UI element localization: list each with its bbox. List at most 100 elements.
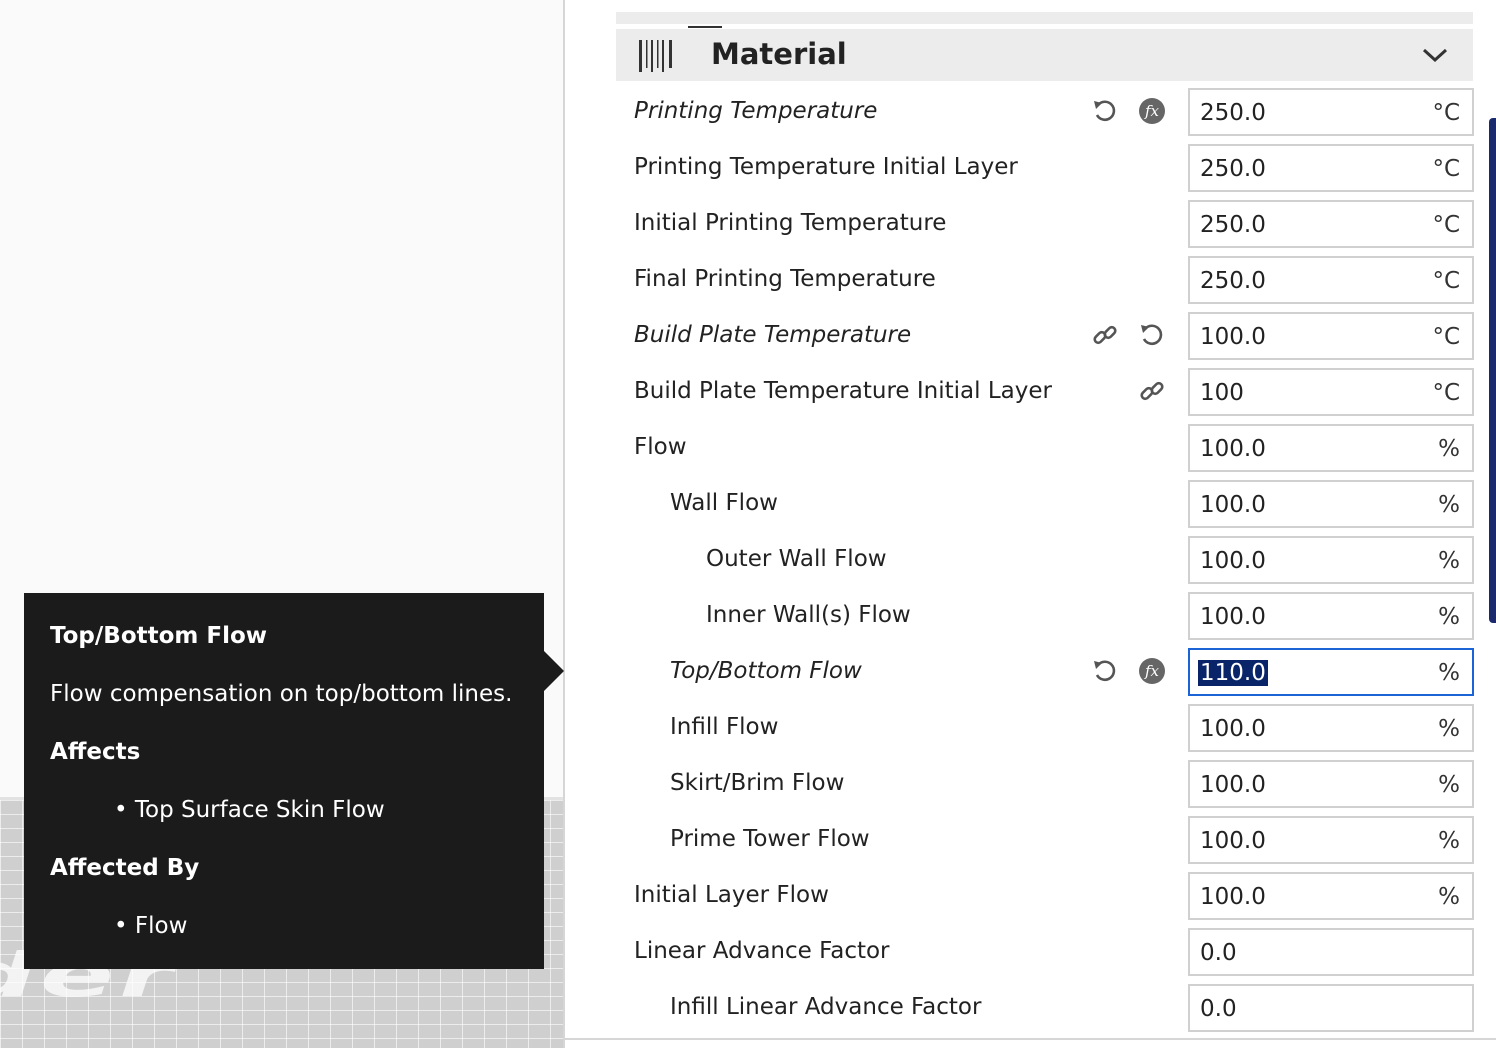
setting-value-field[interactable]: 100.0 % <box>1188 704 1474 752</box>
setting-value-field[interactable]: 250.0 °C <box>1188 200 1474 248</box>
setting-row-build-plate-temperature-initial-layer: Build Plate Temperature Initial Layer 10… <box>565 364 1496 420</box>
setting-row-infill-linear-advance-factor: Infill Linear Advance Factor 0.0 <box>565 980 1496 1036</box>
setting-value-field[interactable]: 100 °C <box>1188 368 1474 416</box>
setting-unit: °C <box>1432 100 1460 126</box>
setting-row-inner-wall-flow: Inner Wall(s) Flow 100.0 % <box>565 588 1496 644</box>
previous-section-header[interactable] <box>616 12 1473 28</box>
setting-label: Infill Linear Advance Factor <box>670 994 982 1020</box>
setting-value: 100.0 <box>1200 772 1266 798</box>
setting-label: Build Plate Temperature <box>634 322 912 348</box>
setting-value: 100.0 <box>1200 604 1266 630</box>
setting-unit: °C <box>1432 212 1460 238</box>
function-icon[interactable]: fx <box>1138 97 1166 125</box>
setting-value: 100.0 <box>1200 828 1266 854</box>
setting-value-field[interactable]: 0.0 <box>1188 984 1474 1032</box>
setting-label: Wall Flow <box>670 490 778 516</box>
setting-value-field[interactable]: 100.0 % <box>1188 816 1474 864</box>
setting-label: Linear Advance Factor <box>634 938 890 964</box>
setting-value-field[interactable]: 100.0 % <box>1188 760 1474 808</box>
setting-unit: % <box>1438 604 1460 630</box>
setting-row-printing-temperature-initial-layer: Printing Temperature Initial Layer 250.0… <box>565 140 1496 196</box>
setting-row-skirt-brim-flow: Skirt/Brim Flow 100.0 % <box>565 756 1496 812</box>
function-icon[interactable]: fx <box>1138 657 1166 685</box>
setting-label: Prime Tower Flow <box>670 826 870 852</box>
link-icon[interactable] <box>1091 321 1119 349</box>
setting-row-printing-temperature: Printing Temperature fx 250.0 °C <box>565 84 1496 140</box>
section-icon <box>688 16 722 28</box>
tooltip-description: Flow compensation on top/bottom lines. <box>50 681 513 707</box>
setting-value-selected: 110.0 <box>1198 660 1268 686</box>
setting-value: 100 <box>1200 380 1244 406</box>
setting-row-linear-advance-factor: Linear Advance Factor 0.0 <box>565 924 1496 980</box>
svg-text:fx: fx <box>1144 662 1160 680</box>
setting-row-build-plate-temperature: Build Plate Temperature 100.0 °C <box>565 308 1496 364</box>
setting-label: Initial Printing Temperature <box>634 210 947 236</box>
setting-label: Flow <box>634 434 687 460</box>
setting-unit: °C <box>1432 324 1460 350</box>
setting-label: Printing Temperature <box>634 98 878 124</box>
setting-row-initial-layer-flow: Initial Layer Flow 100.0 % <box>565 868 1496 924</box>
setting-unit: % <box>1438 716 1460 742</box>
chevron-down-icon[interactable] <box>1422 45 1448 65</box>
setting-value-field[interactable]: 250.0 °C <box>1188 88 1474 136</box>
setting-label: Outer Wall Flow <box>706 546 887 572</box>
panel-bottom-border <box>565 1038 1496 1040</box>
setting-value-field[interactable]: 100.0 % <box>1188 536 1474 584</box>
setting-value-field[interactable]: 100.0 °C <box>1188 312 1474 360</box>
setting-label: Inner Wall(s) Flow <box>706 602 911 628</box>
setting-row-flow: Flow 100.0 % <box>565 420 1496 476</box>
section-title: Material <box>711 37 847 71</box>
setting-tooltip: Top/Bottom Flow Flow compensation on top… <box>24 593 544 969</box>
setting-row-top-bottom-flow: Top/Bottom Flow fx 110.0 % <box>565 644 1496 700</box>
setting-value: 250.0 <box>1200 100 1266 126</box>
setting-unit: °C <box>1432 268 1460 294</box>
setting-value-field[interactable]: 100.0 % <box>1188 424 1474 472</box>
setting-unit: % <box>1438 884 1460 910</box>
setting-value-field[interactable]: 100.0 % <box>1188 872 1474 920</box>
setting-value-field[interactable]: 100.0 % <box>1188 480 1474 528</box>
setting-value-field[interactable]: 0.0 <box>1188 928 1474 976</box>
tooltip-affected-by-heading: Affected By <box>50 855 200 881</box>
setting-value: 100.0 <box>1200 436 1266 462</box>
tooltip-affects-heading: Affects <box>50 739 141 765</box>
setting-value: 250.0 <box>1200 212 1266 238</box>
setting-row-infill-flow: Infill Flow 100.0 % <box>565 700 1496 756</box>
tooltip-affects-item: • Top Surface Skin Flow <box>114 797 385 823</box>
setting-unit: % <box>1438 772 1460 798</box>
reset-icon[interactable] <box>1091 657 1119 685</box>
setting-row-initial-printing-temperature: Initial Printing Temperature 250.0 °C <box>565 196 1496 252</box>
link-icon[interactable] <box>1138 377 1166 405</box>
setting-value-field[interactable]: 250.0 °C <box>1188 144 1474 192</box>
setting-row-wall-flow: Wall Flow 100.0 % <box>565 476 1496 532</box>
setting-label: Printing Temperature Initial Layer <box>634 154 1018 180</box>
setting-value-field[interactable]: 250.0 °C <box>1188 256 1474 304</box>
setting-label: Build Plate Temperature Initial Layer <box>634 378 1052 404</box>
settings-panel: Material Printing Temperature fx 250.0 °… <box>565 0 1496 1048</box>
setting-value: 100.0 <box>1200 492 1266 518</box>
setting-value: 0.0 <box>1200 940 1237 966</box>
setting-value: 100.0 <box>1200 548 1266 574</box>
setting-value-field-focused[interactable]: 110.0 % <box>1188 648 1474 696</box>
setting-unit: °C <box>1432 380 1460 406</box>
setting-label: Final Printing Temperature <box>634 266 936 292</box>
setting-unit: % <box>1438 492 1460 518</box>
setting-unit: % <box>1438 436 1460 462</box>
setting-unit: °C <box>1432 156 1460 182</box>
setting-value: 100.0 <box>1200 884 1266 910</box>
tooltip-affected-by-item: • Flow <box>114 913 188 939</box>
setting-label: Top/Bottom Flow <box>670 658 862 684</box>
material-barcode-icon <box>639 40 672 72</box>
material-section-header[interactable]: Material <box>616 29 1473 81</box>
setting-row-final-printing-temperature: Final Printing Temperature 250.0 °C <box>565 252 1496 308</box>
tooltip-arrow <box>544 651 564 691</box>
reset-icon[interactable] <box>1091 97 1119 125</box>
setting-row-prime-tower-flow: Prime Tower Flow 100.0 % <box>565 812 1496 868</box>
setting-label: Infill Flow <box>670 714 779 740</box>
reset-icon[interactable] <box>1138 321 1166 349</box>
setting-value: 100.0 <box>1200 324 1266 350</box>
setting-label: Skirt/Brim Flow <box>670 770 845 796</box>
setting-value: 0.0 <box>1200 996 1237 1022</box>
setting-value-field[interactable]: 100.0 % <box>1188 592 1474 640</box>
setting-value: 250.0 <box>1200 156 1266 182</box>
scrollbar-handle[interactable] <box>1489 118 1496 623</box>
